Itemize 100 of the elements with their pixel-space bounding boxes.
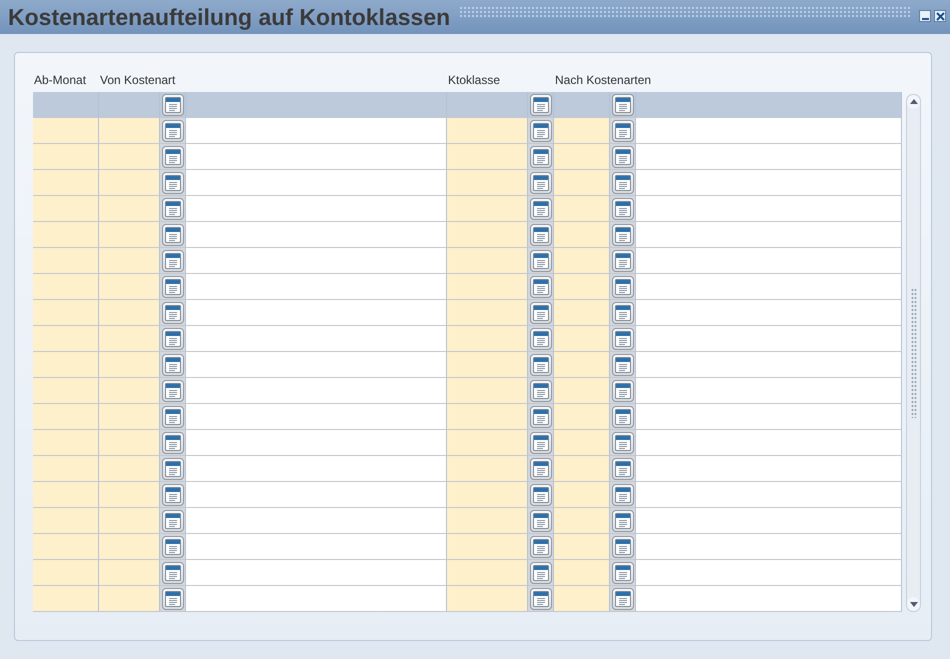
close-button[interactable] [934,10,946,22]
list-button[interactable] [612,302,634,324]
input-field[interactable] [636,430,902,455]
list-button[interactable] [162,588,184,610]
input-field[interactable] [33,456,99,481]
list-button[interactable] [612,198,634,220]
input-field[interactable] [554,508,610,533]
input-field[interactable] [33,222,99,247]
input-field[interactable] [99,534,160,559]
input-field[interactable] [447,534,528,559]
input-field[interactable] [99,170,160,195]
input-field[interactable] [636,404,902,429]
list-button[interactable] [530,276,552,298]
input-field[interactable] [554,378,610,403]
input-field[interactable] [33,196,99,221]
list-button[interactable] [612,276,634,298]
input-field[interactable] [33,508,99,533]
input-field[interactable] [186,170,447,195]
input-field[interactable] [186,326,447,351]
list-button[interactable] [612,224,634,246]
input-field[interactable] [636,118,902,143]
list-button[interactable] [530,94,552,116]
input-field[interactable] [186,560,447,585]
input-field[interactable] [554,456,610,481]
input-field[interactable] [186,222,447,247]
list-button[interactable] [162,406,184,428]
input-field[interactable] [554,196,610,221]
input-field[interactable] [186,586,447,611]
scroll-down-button[interactable] [907,597,920,611]
input-field[interactable] [33,586,99,611]
input-field[interactable] [447,378,528,403]
input-field[interactable] [554,482,610,507]
list-button[interactable] [530,406,552,428]
list-button[interactable] [612,484,634,506]
list-button[interactable] [530,458,552,480]
input-field[interactable] [447,560,528,585]
input-field[interactable] [636,248,902,273]
input-field[interactable] [636,560,902,585]
input-field[interactable] [33,378,99,403]
input-field[interactable] [636,378,902,403]
input-field[interactable] [186,378,447,403]
input-field[interactable] [33,560,99,585]
input-field[interactable] [186,430,447,455]
list-button[interactable] [612,354,634,376]
list-button[interactable] [612,432,634,454]
input-field[interactable] [99,326,160,351]
list-button[interactable] [162,510,184,532]
input-field[interactable] [554,118,610,143]
input-field[interactable] [33,430,99,455]
input-field[interactable] [636,196,902,221]
input-field[interactable] [33,274,99,299]
input-field[interactable] [186,196,447,221]
input-field[interactable] [554,248,610,273]
list-button[interactable] [530,588,552,610]
input-field[interactable] [186,404,447,429]
list-button[interactable] [162,354,184,376]
input-field[interactable] [554,326,610,351]
list-button[interactable] [162,458,184,480]
input-field[interactable] [447,352,528,377]
list-button[interactable] [612,458,634,480]
input-field[interactable] [447,430,528,455]
list-button[interactable] [162,484,184,506]
list-button[interactable] [162,302,184,324]
list-button[interactable] [612,250,634,272]
input-field[interactable] [636,170,902,195]
input-field[interactable] [447,274,528,299]
list-button[interactable] [612,562,634,584]
input-field[interactable] [99,144,160,169]
input-field[interactable] [447,404,528,429]
list-button[interactable] [612,536,634,558]
input-field[interactable] [447,118,528,143]
list-button[interactable] [162,172,184,194]
input-field[interactable] [636,534,902,559]
input-field[interactable] [99,378,160,403]
input-field[interactable] [33,352,99,377]
input-field[interactable] [33,170,99,195]
list-button[interactable] [530,250,552,272]
input-field[interactable] [636,222,902,247]
input-field[interactable] [636,274,902,299]
input-field[interactable] [99,274,160,299]
list-button[interactable] [162,94,184,116]
input-field[interactable] [33,118,99,143]
input-field[interactable] [554,170,610,195]
input-field[interactable] [33,482,99,507]
input-field[interactable] [186,118,447,143]
input-field[interactable] [554,534,610,559]
input-field[interactable] [636,482,902,507]
list-button[interactable] [612,328,634,350]
input-field[interactable] [99,560,160,585]
input-field[interactable] [554,222,610,247]
list-button[interactable] [530,198,552,220]
input-field[interactable] [99,248,160,273]
input-field[interactable] [636,508,902,533]
list-button[interactable] [612,172,634,194]
input-field[interactable] [554,352,610,377]
list-button[interactable] [530,380,552,402]
input-field[interactable] [447,326,528,351]
input-field[interactable] [186,300,447,325]
list-button[interactable] [162,146,184,168]
input-field[interactable] [99,222,160,247]
